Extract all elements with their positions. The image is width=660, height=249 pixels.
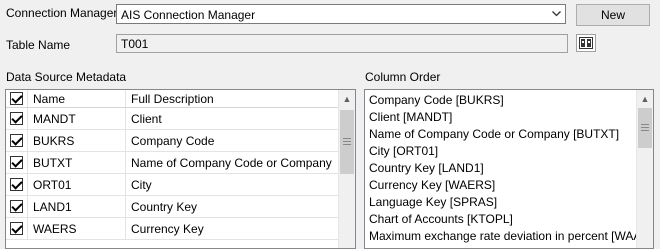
row-description: Company Code [131,134,215,148]
grid-header: Name Full Description [6,90,340,108]
table-row[interactable]: MANDT Client [6,108,340,130]
row-checkbox[interactable] [10,178,23,191]
row-checkbox[interactable] [10,200,23,213]
grid-scrollbar[interactable]: ▲ [338,90,355,248]
new-button-label: New [600,8,625,22]
list-item[interactable]: Company Code [BUKRS] [369,93,504,107]
list-scrollbar[interactable]: ▲ [636,90,653,248]
scroll-up-icon[interactable]: ▲ [637,90,653,107]
table-name-value: T001 [121,37,149,51]
row-description: Country Key [131,200,198,214]
list-item[interactable]: Client [MANDT] [369,110,452,124]
row-name: WAERS [33,222,77,236]
table-row[interactable]: WAERS Currency Key [6,218,340,240]
data-source-metadata-label: Data Source Metadata [6,70,127,84]
header-full-description[interactable]: Full Description [126,90,340,107]
list-item[interactable]: Currency Key [WAERS] [369,178,495,192]
connection-manager-value: AIS Connection Manager [121,8,256,22]
row-name: ORT01 [33,178,72,192]
list-item[interactable]: Maximum exchange rate deviation in perce… [369,229,653,243]
list-item[interactable]: Name of Company Code or Company [BUTXT] [369,127,619,141]
row-description: Currency Key [131,222,204,236]
row-checkbox[interactable] [10,156,23,169]
row-checkbox[interactable] [10,112,23,125]
row-name: MANDT [33,112,76,126]
table-row[interactable]: ORT01 City [6,174,340,196]
scroll-up-icon[interactable]: ▲ [339,90,355,107]
table-name-label: Table Name [6,38,71,52]
header-name[interactable]: Name [28,90,126,107]
column-order-label: Column Order [365,70,441,84]
select-all-checkbox[interactable] [10,92,23,105]
row-description: Client [131,112,162,126]
list-item[interactable]: Chart of Accounts [KTOPL] [369,212,513,226]
row-checkbox[interactable] [10,222,23,235]
row-name: LAND1 [33,200,72,214]
table-name-field[interactable]: T001 [116,34,568,53]
list-item[interactable]: Language Key [SPRAS] [369,195,497,209]
connection-manager-label: Connection Manager [6,6,118,20]
table-row[interactable]: BUTXT Name of Company Code or Company [6,152,340,174]
table-row[interactable]: LAND1 Country Key [6,196,340,218]
metadata-grid[interactable]: Name Full Description MANDT Client BUKRS… [5,89,356,249]
row-name: BUTXT [33,156,73,170]
select-all-cell [6,90,28,107]
scroll-thumb[interactable] [340,110,354,174]
column-order-list[interactable]: Company Code [BUKRS] Client [MANDT] Name… [364,89,654,249]
connection-manager-select[interactable]: AIS Connection Manager [116,4,566,24]
chevron-down-icon[interactable] [548,5,565,23]
row-description: City [131,178,152,192]
row-description: Name of Company Code or Company [131,156,332,170]
scroll-thumb[interactable] [638,108,652,148]
list-item[interactable]: Country Key [LAND1] [369,161,484,175]
list-item[interactable]: City [ORT01] [369,144,438,158]
row-name: BUKRS [33,134,75,148]
table-row[interactable]: BUKRS Company Code [6,130,340,152]
table-browse-icon[interactable] [576,34,596,52]
new-connection-button[interactable]: New [576,4,650,26]
row-checkbox[interactable] [10,134,23,147]
